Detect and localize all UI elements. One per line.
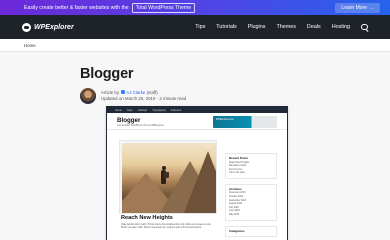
preview-nav-item: Style [126, 108, 133, 112]
nav-menu: Tips Tutorials Plugins Themes Deals Host… [195, 23, 368, 31]
nav-item-tutorials[interactable]: Tutorials [216, 24, 236, 30]
nav-item-plugins[interactable]: Plugins [248, 24, 266, 30]
arrow-right-icon: → [369, 4, 374, 11]
author-mini-avatar-icon [121, 90, 126, 94]
author-avatar [80, 88, 96, 104]
nav-item-themes[interactable]: Themes [276, 24, 295, 30]
preview-nav-item: Lifestyle [137, 108, 148, 112]
promo-theme-link[interactable]: Total WordPress Theme [131, 2, 196, 13]
nav-item-tips[interactable]: Tips [195, 24, 205, 30]
preview-hiker-image [122, 143, 216, 213]
main-navigation: WPExplorer Tips Tutorials Plugins Themes… [0, 15, 390, 39]
preview-nav-item: Typography [152, 108, 166, 112]
site-logo[interactable]: WPExplorer [22, 22, 74, 32]
search-icon[interactable] [361, 23, 368, 31]
preview-site-title: Blogger [117, 117, 141, 124]
article-meta: Article by AJ Clarke (staff) Updated on … [80, 88, 390, 104]
promo-banner: Easily create better & faster websites w… [0, 0, 390, 15]
preview-widget-recent-posts: Recent Posts Reach New Heights Mountains… [225, 153, 277, 179]
preview-nav-item: Home [115, 108, 122, 112]
breadcrumb-home[interactable]: Home [24, 43, 36, 48]
logo-icon [22, 22, 31, 32]
nav-item-deals[interactable]: Deals [307, 24, 321, 30]
preview-post-card [119, 140, 217, 214]
preview-sidebar: Recent Posts Reach New Heights Mountains… [225, 153, 277, 240]
preview-header: Blogger Just another WordPress Theme.WPE… [107, 113, 287, 130]
nav-item-hosting[interactable]: Hosting [332, 24, 350, 30]
breadcrumb: Home [0, 39, 390, 52]
preview-post-excerpt: Vitae iaculis dolor morbi. Primis lorem … [121, 223, 212, 230]
learn-more-label: Learn More [341, 4, 367, 11]
author-role: (staff) [146, 89, 158, 95]
hiker-figure [161, 166, 169, 184]
updated-date: Updated on March 20, 2019 · 2 minute rea… [101, 96, 187, 101]
preview-widget-archives: Archives November 2016 October 2016 Sept… [225, 183, 277, 221]
theme-preview-screenshot: Home Style Lifestyle Typography Features… [106, 106, 288, 240]
preview-ad-banner: WPExplorer.com [213, 116, 277, 128]
preview-site-description: Just another WordPress Theme.WPExplorer [117, 124, 165, 127]
logo-text: WPExplorer [34, 23, 74, 31]
learn-more-button[interactable]: Learn More → [335, 2, 380, 13]
page-title: Blogger [80, 66, 134, 82]
promo-text: Easily create better & faster websites w… [24, 4, 129, 11]
preview-nav-item: Features [170, 108, 182, 112]
preview-post-title: Reach New Heights [121, 215, 173, 221]
preview-widget-categories: Categories [225, 225, 277, 238]
author-link[interactable]: AJ Clarke [126, 90, 145, 95]
article-header: Blogger Article by AJ Clarke (staff) Upd… [0, 66, 390, 104]
meta-prefix: Article by [101, 89, 120, 95]
